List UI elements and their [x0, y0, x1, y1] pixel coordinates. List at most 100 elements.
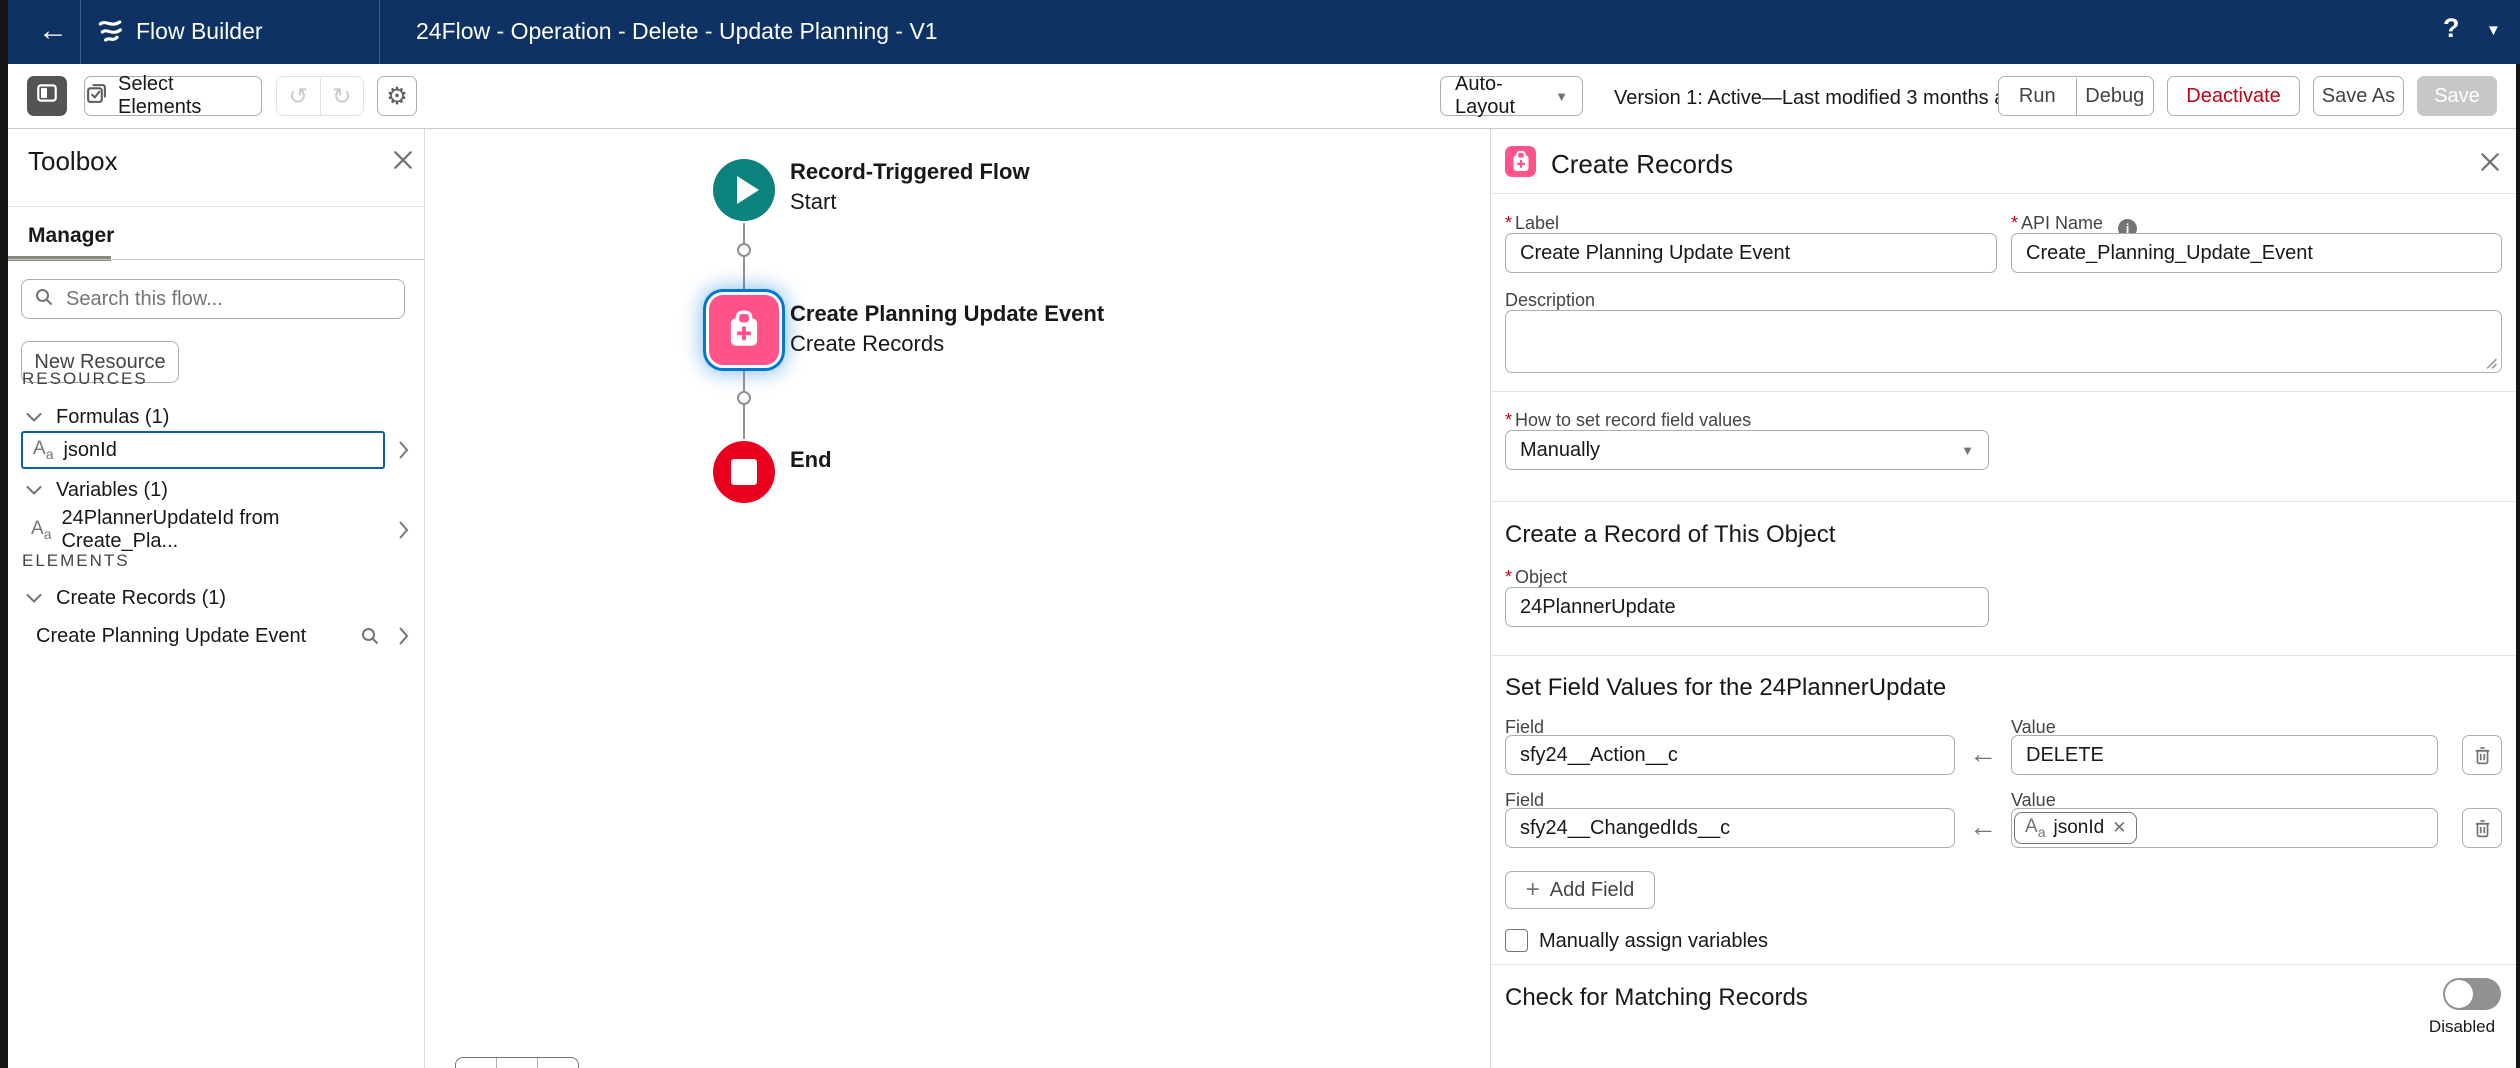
panel-icon	[35, 81, 59, 111]
divider	[8, 259, 424, 260]
debug-button[interactable]: Debug	[2076, 78, 2154, 115]
screen-edge-right	[2516, 64, 2520, 1068]
elements-section-label: ELEMENTS	[22, 551, 130, 571]
create-node-subtitle: Create Records	[790, 331, 1104, 357]
toolbox-toggle-button[interactable]	[27, 76, 67, 116]
deactivate-button[interactable]: Deactivate	[2167, 76, 2300, 116]
value-input[interactable]	[2011, 735, 2438, 775]
zoom-in-button[interactable]	[496, 1058, 537, 1068]
resize-grip-icon[interactable]	[2485, 357, 2498, 375]
settings-button[interactable]: ⚙	[377, 76, 417, 116]
add-element-dot[interactable]	[737, 391, 751, 405]
help-caret-icon[interactable]: ▼	[2486, 22, 2501, 39]
panel-close-icon[interactable]	[2479, 151, 2501, 178]
save-as-button[interactable]: Save As	[2313, 76, 2404, 116]
add-element-dot[interactable]	[737, 243, 751, 257]
divider	[1491, 964, 2516, 965]
save-button[interactable]: Save	[2417, 76, 2497, 116]
layout-select[interactable]: Auto-Layout ▼	[1440, 76, 1583, 116]
resource-item-plannerupdateid[interactable]: Aa 24PlannerUpdateId from Create_Pla...	[21, 511, 385, 549]
field-input[interactable]	[1505, 808, 1955, 848]
start-node[interactable]	[713, 159, 775, 221]
run-button[interactable]: Run	[1999, 78, 2076, 115]
set-field-values-heading: Set Field Values for the 24PlannerUpdate	[1505, 674, 1946, 702]
chevron-down-icon	[26, 413, 42, 422]
delete-row-button[interactable]	[2462, 735, 2502, 775]
connector-line	[743, 223, 745, 293]
create-records-node[interactable]	[709, 295, 779, 365]
how-to-set-select[interactable]: Manually ▼	[1505, 430, 1989, 470]
redo-icon[interactable]: ↻	[320, 78, 364, 115]
play-icon	[737, 176, 759, 204]
matching-records-toggle[interactable]	[2443, 978, 2501, 1010]
divider	[1491, 391, 2516, 392]
variables-group-header[interactable]: Variables (1)	[26, 479, 168, 502]
api-name-input[interactable]	[2011, 233, 2502, 273]
chevron-down-icon	[26, 486, 42, 495]
select-elements-button[interactable]: Select Elements	[84, 76, 262, 116]
connector-line	[743, 371, 745, 439]
how-to-set-value: Manually	[1520, 439, 1600, 462]
how-to-set-label: *How to set record field values	[1505, 410, 1751, 431]
matching-records-heading: Check for Matching Records	[1505, 984, 1808, 1012]
pill-label: jsonId	[2053, 817, 2104, 839]
version-status-text: Version 1: Active—Last modified 3 months…	[1614, 87, 2028, 110]
toolbox-title: Toolbox	[28, 146, 118, 177]
divider	[1491, 193, 2516, 194]
navbar-divider	[379, 0, 380, 64]
gear-icon: ⚙	[386, 82, 408, 111]
toolbox-panel: Toolbox Manager New Resource RESOURCES F…	[8, 129, 425, 1068]
locate-on-canvas-icon[interactable]	[360, 626, 380, 651]
resource-item-label: 24PlannerUpdateId from Create_Pla...	[61, 507, 375, 553]
chevron-right-icon[interactable]	[399, 627, 409, 650]
delete-row-button[interactable]	[2462, 808, 2502, 848]
create-records-group-header[interactable]: Create Records (1)	[26, 587, 226, 610]
search-input[interactable]	[64, 287, 392, 312]
undo-icon[interactable]: ↺	[277, 78, 320, 115]
resource-pill-jsonid[interactable]: Aa jsonId ✕	[2014, 812, 2137, 844]
label-input[interactable]	[1505, 233, 1997, 273]
manually-assign-checkbox[interactable]	[1505, 929, 1528, 952]
flow-canvas[interactable]: Record-Triggered Flow Start Create Plann…	[425, 129, 1490, 1068]
back-icon[interactable]: ←	[38, 14, 68, 48]
add-field-label: Add Field	[1550, 879, 1635, 902]
object-field-label: *Object	[1505, 567, 1567, 588]
chevron-right-icon[interactable]	[399, 521, 409, 544]
resource-item-jsonid[interactable]: Aa jsonId	[21, 431, 385, 469]
trash-icon	[2472, 818, 2493, 839]
chevron-right-icon[interactable]	[399, 441, 409, 464]
start-node-subtitle: Start	[790, 189, 1030, 215]
element-item-label: Create Planning Update Event	[36, 625, 306, 648]
zoom-fit-button[interactable]	[537, 1058, 578, 1068]
zoom-out-button[interactable]	[456, 1058, 496, 1068]
start-node-title: Record-Triggered Flow	[790, 159, 1030, 185]
toggle-knob	[2445, 980, 2473, 1008]
end-node[interactable]	[713, 441, 775, 503]
text-resource-icon: Aa	[2025, 816, 2045, 840]
description-textarea[interactable]	[1505, 310, 2502, 373]
chevron-down-icon: ▼	[1555, 89, 1568, 104]
resource-item-label: jsonId	[63, 439, 116, 462]
toolbox-close-icon[interactable]	[392, 149, 414, 176]
object-section-heading: Create a Record of This Object	[1505, 521, 1835, 549]
value-input[interactable]: Aa jsonId ✕	[2011, 808, 2438, 848]
canvas-zoom-controls[interactable]	[455, 1057, 579, 1068]
field-input[interactable]	[1505, 735, 1955, 775]
undo-redo-group: ↺ ↻	[276, 76, 364, 116]
remove-pill-icon[interactable]: ✕	[2112, 818, 2126, 838]
element-item-create-planning-update-event[interactable]: Create Planning Update Event	[21, 617, 385, 655]
create-records-icon	[1505, 146, 1536, 177]
flow-builder-app: ← Flow Builder 24Flow - Operation - Dele…	[0, 0, 2520, 1068]
help-icon[interactable]: ?	[2443, 13, 2460, 44]
formulas-group-header[interactable]: Formulas (1)	[26, 406, 169, 429]
object-input[interactable]	[1505, 587, 1989, 627]
flow-search-box	[21, 279, 405, 319]
panel-title: Create Records	[1551, 149, 1733, 180]
select-elements-label: Select Elements	[118, 73, 261, 119]
add-field-button[interactable]: + Add Field	[1505, 871, 1655, 909]
stop-icon	[731, 459, 757, 485]
create-node-title: Create Planning Update Event	[790, 301, 1104, 327]
tab-manager[interactable]: Manager	[28, 224, 114, 248]
create-records-icon	[723, 309, 765, 351]
flow-title: 24Flow - Operation - Delete - Update Pla…	[416, 18, 938, 45]
